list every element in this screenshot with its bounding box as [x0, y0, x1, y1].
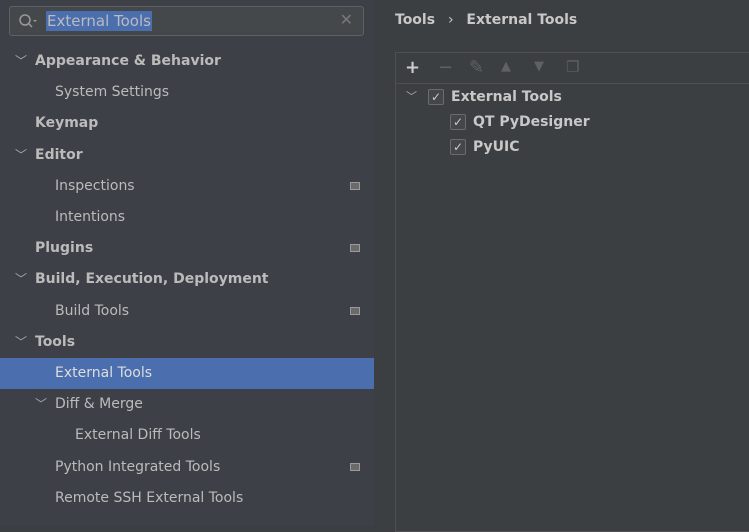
- sidebar-item-label: Build, Execution, Deployment: [35, 271, 269, 288]
- sidebar-item[interactable]: ﹀ Editor: [0, 140, 374, 171]
- copy-icon[interactable]: ❐: [566, 58, 579, 76]
- clear-icon[interactable]: ✕: [340, 10, 353, 29]
- breadcrumb-parent[interactable]: Tools: [395, 12, 435, 28]
- chevron-down-icon[interactable]: ﹀: [15, 140, 27, 171]
- sidebar-item-label: Tools: [35, 333, 76, 350]
- breadcrumb: Tools › External Tools: [395, 12, 585, 28]
- sidebar-item-label: External Tools: [55, 365, 153, 381]
- chevron-down-icon[interactable]: ﹀: [15, 46, 27, 77]
- sidebar-item[interactable]: Keymap: [0, 108, 374, 139]
- search-icon[interactable]: [18, 13, 38, 29]
- sidebar-item-label: Remote SSH External Tools: [55, 489, 244, 506]
- search-input[interactable]: External Tools: [46, 11, 152, 31]
- chevron-down-icon[interactable]: ﹀: [15, 264, 27, 295]
- sidebar-item-label: Appearance & Behavior: [35, 53, 221, 69]
- sidebar-item-label: Python Integrated Tools: [55, 458, 221, 475]
- sidebar-item[interactable]: ﹀ Build, Execution, Deployment: [0, 264, 374, 295]
- sidebar-item[interactable]: Intentions: [0, 202, 374, 233]
- sidebar-item[interactable]: System Settings: [0, 77, 374, 108]
- sidebar-item[interactable]: Inspections: [0, 171, 374, 202]
- sidebar-item-label: Plugins: [35, 240, 94, 257]
- sidebar-item-label: Diff & Merge: [55, 396, 143, 413]
- checkbox[interactable]: ✓: [450, 114, 466, 130]
- chevron-down-icon[interactable]: ﹀: [406, 86, 417, 108]
- chevron-down-icon[interactable]: ﹀: [15, 327, 27, 358]
- sidebar-item[interactable]: Build Tools: [0, 296, 374, 327]
- sidebar-item-label: Editor: [35, 146, 83, 163]
- chevron-down-icon[interactable]: ﹀: [35, 389, 47, 420]
- tree-item-label: PyUIC: [473, 139, 520, 155]
- toolbar: + − ✎ ▲ ▼ ❐: [396, 53, 749, 84]
- checkbox[interactable]: ✓: [450, 139, 466, 155]
- sidebar-item-label: Build Tools: [55, 302, 130, 319]
- sidebar-item-label: System Settings: [55, 84, 170, 101]
- external-tools-panel: + − ✎ ▲ ▼ ❐ ﹀ ✓ External Tools ✓ QT PyDe…: [395, 52, 749, 532]
- sidebar-item-label: Inspections: [55, 177, 135, 194]
- tree-group-label: External Tools: [451, 89, 562, 105]
- edit-icon[interactable]: ✎: [469, 57, 484, 78]
- sidebar-item-label: Keymap: [35, 115, 99, 132]
- breadcrumb-current: External Tools: [466, 12, 578, 28]
- checkbox[interactable]: ✓: [428, 89, 444, 105]
- sidebar-item[interactable]: Remote SSH External Tools: [0, 483, 374, 514]
- sidebar-item[interactable]: Plugins: [0, 233, 374, 264]
- project-scope-icon: [350, 244, 360, 253]
- sidebar-item[interactable]: ﹀ Tools: [0, 327, 374, 358]
- move-down-icon[interactable]: ▼: [534, 59, 544, 74]
- sidebar-item[interactable]: External Diff Tools: [0, 420, 374, 451]
- breadcrumb-separator: ›: [447, 12, 454, 28]
- sidebar-item[interactable]: External Tools: [0, 358, 374, 389]
- project-scope-icon: [350, 306, 360, 315]
- project-scope-icon: [350, 181, 360, 190]
- sidebar-item-label: Intentions: [55, 209, 126, 225]
- sidebar-item-label: External Diff Tools: [75, 427, 201, 444]
- sidebar-item[interactable]: Python Integrated Tools: [0, 452, 374, 483]
- search-field[interactable]: External Tools ✕: [9, 6, 364, 36]
- remove-icon[interactable]: −: [438, 57, 453, 78]
- project-scope-icon: [350, 462, 360, 471]
- content-pane: Tools › External Tools + − ✎ ▲ ▼ ❐ ﹀ ✓ E…: [374, 0, 749, 532]
- add-icon[interactable]: +: [405, 57, 420, 78]
- sidebar-item[interactable]: ﹀ Appearance & Behavior: [0, 46, 374, 77]
- tree-item-label: QT PyDesigner: [473, 114, 590, 130]
- settings-sidebar: External Tools ✕ ﹀ Appearance & Behavior S…: [0, 0, 374, 526]
- move-up-icon[interactable]: ▲: [501, 59, 511, 74]
- sidebar-item[interactable]: ﹀ Diff & Merge: [0, 389, 374, 420]
